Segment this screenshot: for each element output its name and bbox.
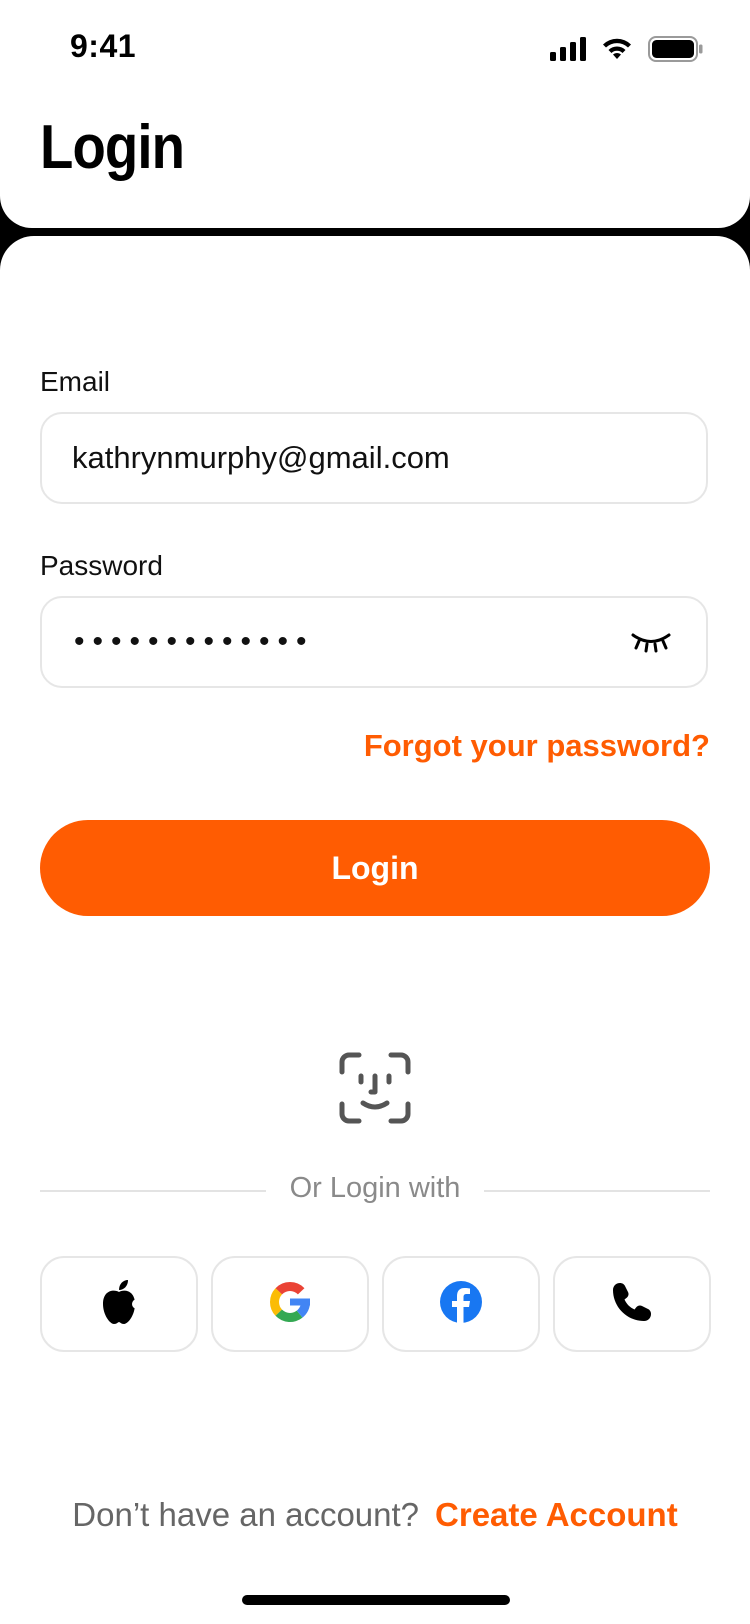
battery-icon [648, 36, 704, 67]
login-button-label: Login [331, 849, 419, 886]
home-indicator[interactable] [242, 1595, 510, 1605]
create-account-link[interactable]: Create Account [435, 1496, 678, 1534]
google-login-button[interactable] [211, 1256, 369, 1352]
email-value: kathrynmurphy@gmail.com [72, 440, 450, 475]
signup-prompt: Don’t have an account? [72, 1496, 420, 1533]
email-field[interactable]: kathrynmurphy@gmail.com [40, 412, 708, 504]
divider-label: Or Login with [289, 1172, 461, 1204]
signup-row: Don’t have an account? Create Account [0, 1496, 750, 1534]
facebook-icon [439, 1280, 483, 1329]
wifi-icon [600, 37, 634, 66]
apple-login-button[interactable] [40, 1256, 198, 1352]
face-id-icon[interactable] [339, 1052, 411, 1129]
password-field[interactable]: ••••••••••••• [40, 596, 708, 688]
email-label: Email [40, 366, 111, 397]
facebook-login-button[interactable] [382, 1256, 540, 1352]
google-icon [268, 1280, 312, 1329]
phone-login-button[interactable] [553, 1256, 711, 1352]
apple-icon [99, 1279, 142, 1330]
social-login-row [40, 1256, 711, 1352]
status-time: 9:41 [70, 28, 137, 64]
page-title: Login [40, 113, 185, 182]
password-label: Password [40, 550, 163, 581]
login-button[interactable]: Login [40, 820, 710, 916]
phone-icon [611, 1281, 653, 1328]
status-icons [550, 36, 704, 67]
eye-closed-icon[interactable] [630, 630, 672, 659]
forgot-password-link[interactable]: Forgot your password? [364, 728, 710, 764]
password-value: ••••••••••••• [74, 625, 315, 658]
cellular-signal-icon [550, 37, 586, 66]
header-card: 9:41 Login [0, 0, 750, 228]
